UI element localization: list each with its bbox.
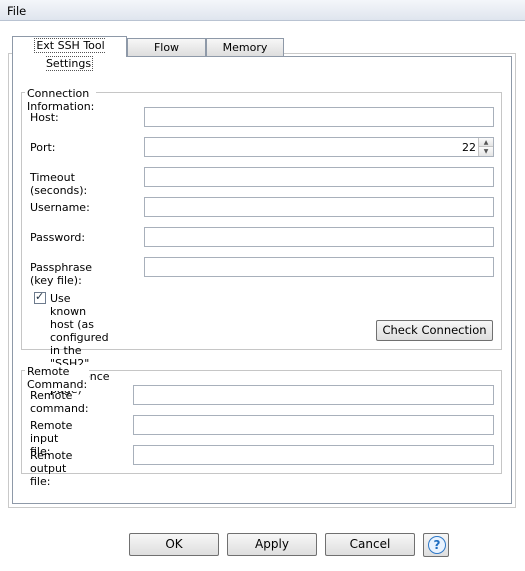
- help-button[interactable]: ?: [423, 533, 449, 557]
- check-connection-button[interactable]: Check Connection: [376, 320, 493, 341]
- spinner-buttons: ▲ ▼: [478, 138, 493, 156]
- timeout-label: Timeout (seconds):: [30, 171, 88, 197]
- apply-button[interactable]: Apply: [227, 533, 317, 556]
- tab-ext-ssh-tool-settings[interactable]: Ext SSH Tool Settings: [12, 36, 127, 71]
- tab-flow-variables[interactable]: Flow Variables: [127, 38, 206, 72]
- host-label: Host:: [30, 111, 59, 124]
- password-label: Password:: [30, 231, 86, 244]
- help-icon: ?: [428, 536, 446, 554]
- port-label: Port:: [30, 141, 56, 154]
- connection-legend: Connection Information:: [25, 87, 97, 113]
- remote-command-label: Remote command:: [30, 389, 89, 415]
- timeout-input[interactable]: [144, 167, 494, 187]
- port-spinner[interactable]: 22 ▲ ▼: [144, 137, 494, 157]
- spin-up-icon[interactable]: ▲: [479, 138, 493, 147]
- remote-legend: Remote Command:: [25, 365, 90, 391]
- username-input[interactable]: [144, 197, 494, 217]
- host-input[interactable]: [144, 107, 494, 127]
- menu-file[interactable]: File: [7, 4, 26, 18]
- tab-memory-policy[interactable]: Memory Policy: [206, 38, 284, 72]
- ok-button[interactable]: OK: [129, 533, 219, 556]
- cancel-button[interactable]: Cancel: [325, 533, 415, 556]
- remote-input-field[interactable]: [133, 415, 494, 435]
- port-value: 22: [462, 141, 476, 154]
- remote-output-field[interactable]: [133, 445, 494, 465]
- passphrase-label: Passphrase (key file):: [30, 261, 93, 287]
- remote-output-label: Remote output file:: [30, 449, 73, 488]
- remote-command-input[interactable]: [133, 385, 494, 405]
- password-input[interactable]: [144, 227, 494, 247]
- checkmark-icon: ✓: [35, 290, 45, 303]
- passphrase-input[interactable]: [144, 257, 494, 277]
- menu-bar: File: [0, 0, 525, 21]
- known-host-checkbox[interactable]: ✓: [34, 290, 46, 304]
- spin-down-icon[interactable]: ▼: [479, 147, 493, 156]
- username-label: Username:: [30, 201, 90, 214]
